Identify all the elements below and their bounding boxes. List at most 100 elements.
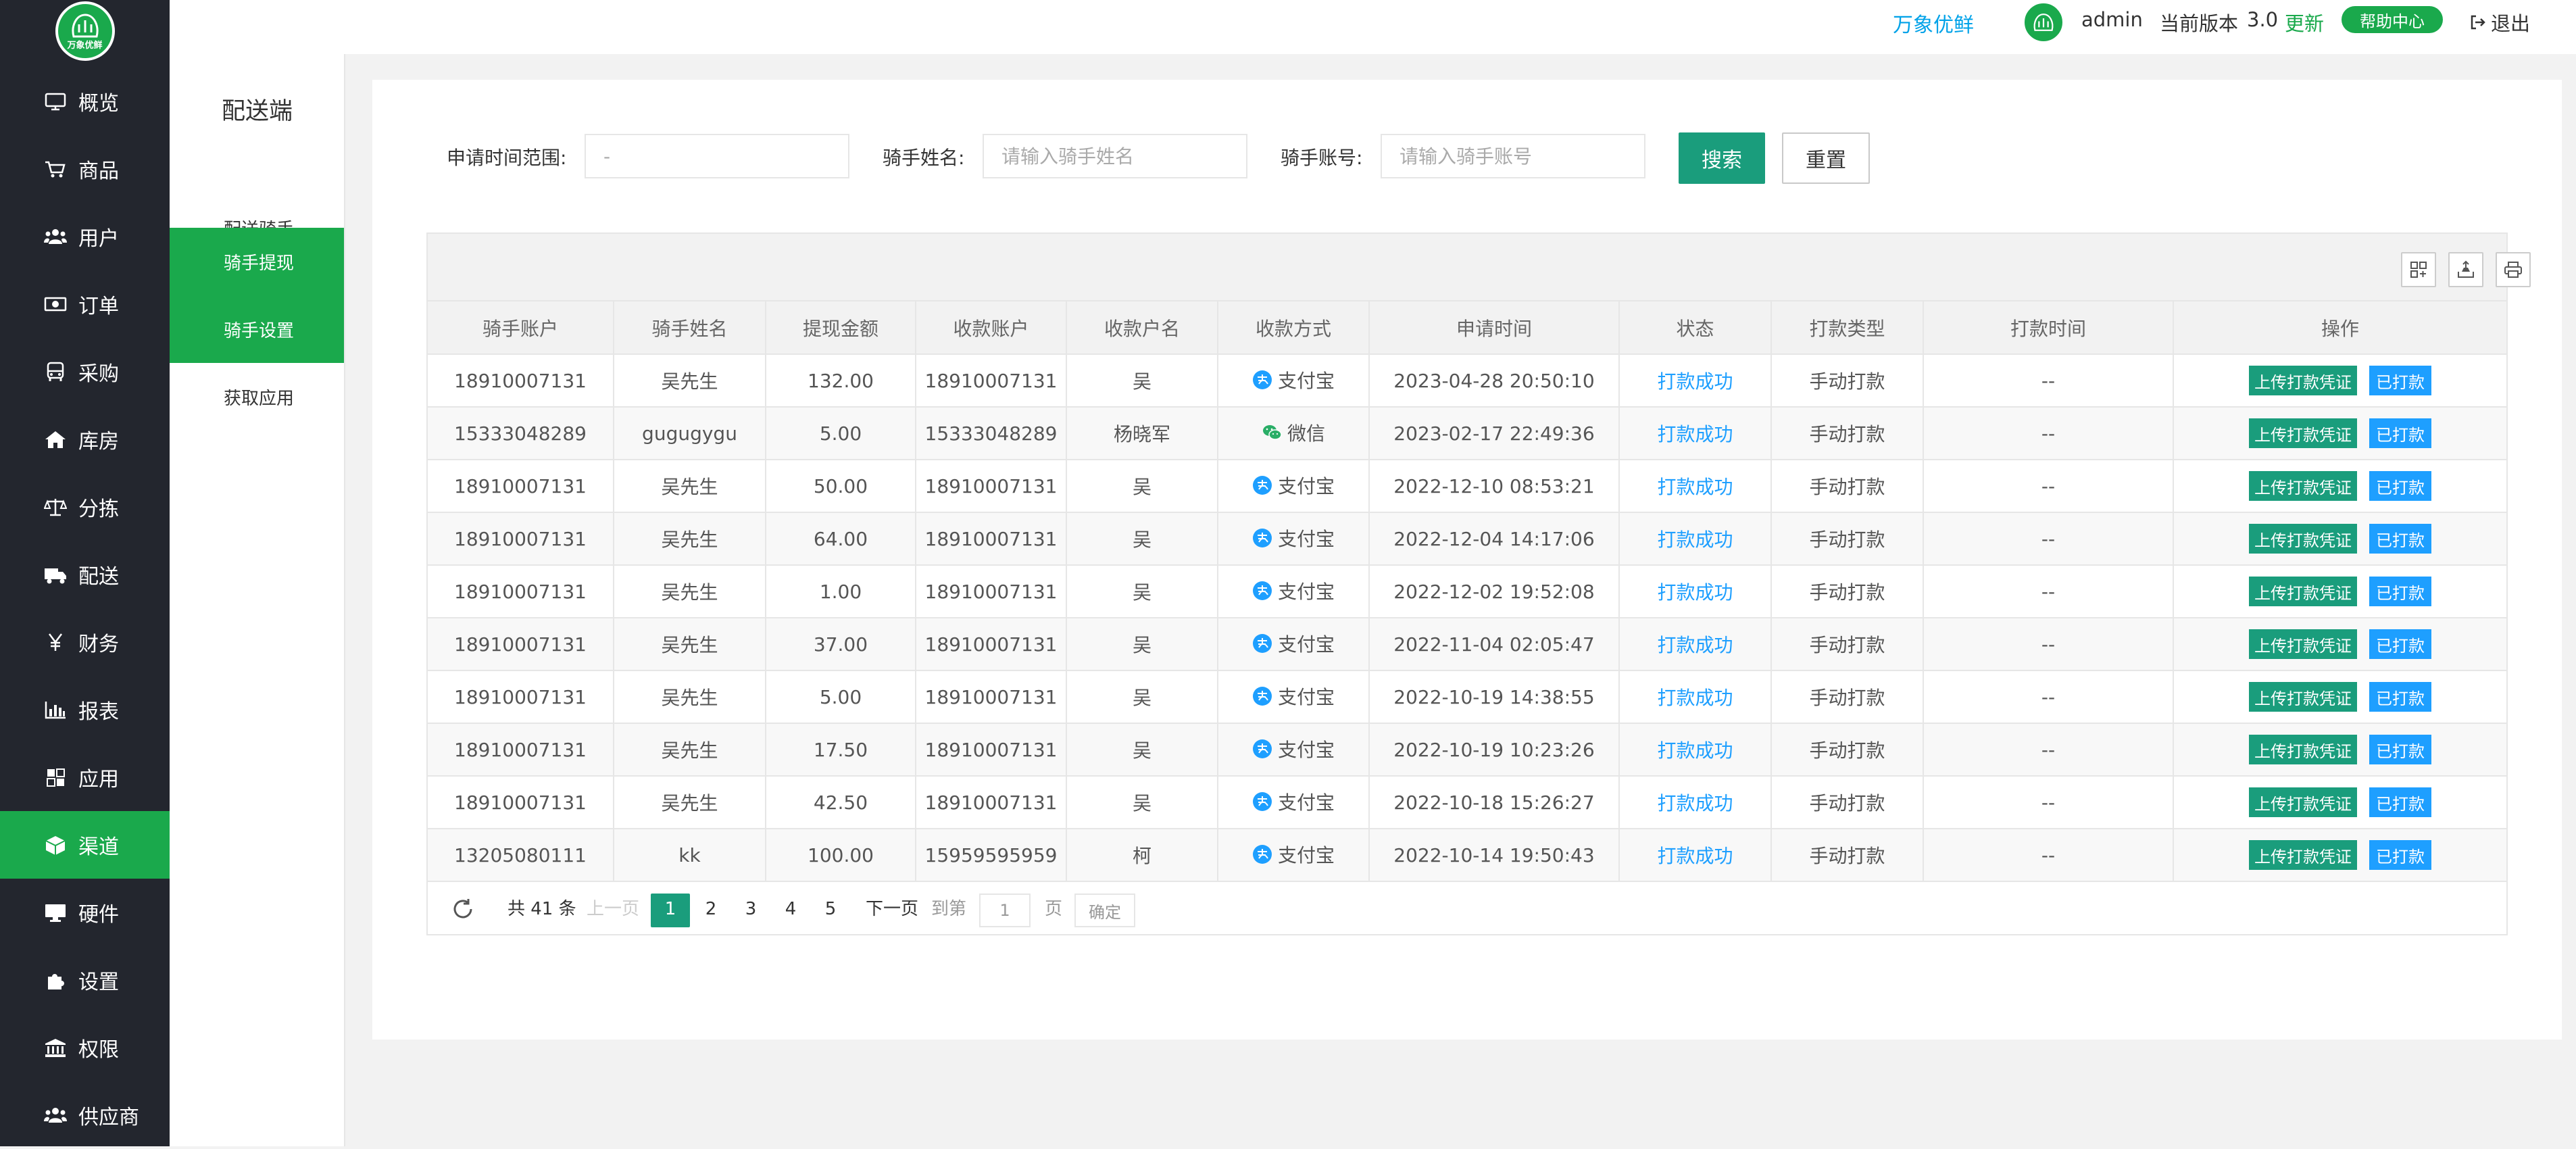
cell-pay-method: 支付宝: [1218, 618, 1370, 671]
rider-account-input[interactable]: [1381, 134, 1645, 178]
sidebar-item-12[interactable]: 硬件: [0, 879, 170, 946]
upload-voucher-button[interactable]: 上传打款凭证: [2249, 787, 2357, 817]
sidebar-item-13[interactable]: 设置: [0, 946, 170, 1014]
print-button[interactable]: [2496, 252, 2531, 287]
cell-pay-method: 支付宝: [1218, 354, 1370, 408]
page-button-3[interactable]: 3: [731, 894, 770, 927]
cell-pay-type: 手动打款: [1771, 565, 1924, 618]
paid-button[interactable]: 已打款: [2369, 471, 2431, 501]
reset-button[interactable]: 重置: [1782, 132, 1870, 184]
sidebar-item-11[interactable]: 渠道: [0, 811, 170, 879]
column-header: 收款方式: [1218, 301, 1370, 355]
paid-button[interactable]: 已打款: [2369, 682, 2431, 712]
prev-page-button[interactable]: 上一页: [587, 882, 639, 936]
alipay-icon: [1252, 581, 1272, 600]
logout-button[interactable]: 退出: [2469, 8, 2530, 36]
upload-voucher-button[interactable]: 上传打款凭证: [2249, 840, 2357, 870]
cell-pay-time: --: [1923, 670, 2174, 724]
paid-button[interactable]: 已打款: [2369, 418, 2431, 448]
sidebar-item-label: 渠道: [78, 835, 119, 859]
sidebar-item-15[interactable]: 供应商: [0, 1081, 170, 1149]
alipay-icon: [1252, 687, 1272, 706]
cell-rider-name: kk: [614, 829, 766, 882]
rider-name-input[interactable]: [983, 134, 1247, 178]
export-button[interactable]: [2448, 252, 2483, 287]
cell-status: 打款成功: [1619, 407, 1772, 460]
columns-filter-button[interactable]: [2401, 252, 2436, 287]
table-row: 18910007131 吴先生 1.00 18910007131 吴支付宝 2022-12…: [428, 565, 2506, 618]
cell-amount: 132.00: [766, 354, 916, 408]
cell-rider-account: 18910007131: [428, 723, 614, 777]
page-button-1[interactable]: 1: [651, 894, 690, 927]
sidebar-item-1[interactable]: 商品: [0, 135, 170, 203]
cart-icon: [42, 158, 69, 180]
sidebar-item-7[interactable]: 配送: [0, 541, 170, 608]
refresh-button[interactable]: [451, 897, 475, 921]
sidebar-item-14[interactable]: 权限: [0, 1014, 170, 1081]
page-button-2[interactable]: 2: [691, 894, 730, 927]
pay-method-label: 支付宝: [1277, 633, 1335, 656]
upload-voucher-button[interactable]: 上传打款凭证: [2249, 629, 2357, 659]
sidebar-item-6[interactable]: 分拣: [0, 473, 170, 541]
sidebar-item-5[interactable]: 库房: [0, 406, 170, 473]
cell-pay-type: 手动打款: [1771, 829, 1924, 882]
time-range-input[interactable]: [585, 134, 849, 178]
top-header: 万象优鲜 admin 当前版本 3.0 更新 帮助中心 退出: [170, 0, 2576, 54]
cell-status: 打款成功: [1619, 723, 1772, 777]
upload-voucher-button[interactable]: 上传打款凭证: [2249, 577, 2357, 606]
next-page-button[interactable]: 下一页: [866, 882, 918, 936]
pay-method-label: 支付宝: [1277, 791, 1335, 814]
page-button-4[interactable]: 4: [771, 894, 810, 927]
subnav-item-label: 骑手提现: [224, 253, 295, 274]
page-button-5[interactable]: 5: [811, 894, 850, 927]
withdraw-table: 骑手账户 骑手姓名 提现金额 收款账户 收款户名 收款方式 申请时间 状态 打款类型 打款时间 操作…: [428, 301, 2506, 882]
search-button[interactable]: 搜索: [1679, 132, 1765, 184]
paid-button[interactable]: 已打款: [2369, 524, 2431, 554]
pay-method-label: 支付宝: [1277, 686, 1335, 708]
table-row: 18910007131 吴先生 50.00 18910007131 吴支付宝 2022-1…: [428, 460, 2506, 513]
upload-voucher-button[interactable]: 上传打款凭证: [2249, 471, 2357, 501]
upload-voucher-button[interactable]: 上传打款凭证: [2249, 735, 2357, 764]
help-center-button[interactable]: 帮助中心: [2342, 6, 2443, 33]
upload-voucher-button[interactable]: 上传打款凭证: [2249, 682, 2357, 712]
paid-button[interactable]: 已打款: [2369, 787, 2431, 817]
paid-button[interactable]: 已打款: [2369, 577, 2431, 606]
sidebar-item-0[interactable]: 概览: [0, 68, 170, 135]
sidebar-item-10[interactable]: 应用: [0, 743, 170, 811]
paid-button[interactable]: 已打款: [2369, 840, 2431, 870]
update-link[interactable]: 更新: [2285, 8, 2324, 36]
table-body: 18910007131 吴先生 132.00 18910007131 吴支付宝 2023-…: [428, 354, 2506, 882]
goto-page-input[interactable]: [979, 894, 1031, 927]
avatar[interactable]: [2023, 1, 2064, 43]
goto-confirm-button[interactable]: 确定: [1074, 894, 1135, 927]
paid-button[interactable]: 已打款: [2369, 735, 2431, 764]
sidebar-item-9[interactable]: 报表: [0, 676, 170, 743]
cell-receive-account: 15333048289: [916, 407, 1067, 460]
brand-logo[interactable]: 万象优鲜: [55, 1, 115, 61]
cell-receive-account: 18910007131: [916, 565, 1067, 618]
upload-voucher-button[interactable]: 上传打款凭证: [2249, 418, 2357, 448]
cell-receive-name: 柯: [1066, 829, 1218, 882]
main-sidebar: 万象优鲜 概览 商品 用户 订单 采购 库房 分拣 配送 财务 报表 应用渠道硬件设置 权限 供应商: [0, 0, 170, 1146]
cell-pay-time: --: [1923, 460, 2174, 513]
alipay-icon: [1252, 739, 1272, 758]
subnav-item-rider-settings[interactable]: 骑手设置: [170, 295, 344, 363]
paid-button[interactable]: 已打款: [2369, 366, 2431, 395]
sidebar-item-4[interactable]: 采购: [0, 338, 170, 406]
cell-apply-time: 2022-10-19 14:38:55: [1369, 670, 1620, 724]
upload-voucher-button[interactable]: 上传打款凭证: [2249, 366, 2357, 395]
upload-voucher-button[interactable]: 上传打款凭证: [2249, 524, 2357, 554]
subnav-item-withdraw[interactable]: 骑手提现: [170, 228, 344, 295]
header-brand-link[interactable]: 万象优鲜: [1893, 8, 1974, 38]
cell-receive-account: 18910007131: [916, 776, 1067, 829]
username[interactable]: admin: [2081, 8, 2143, 31]
sidebar-item-3[interactable]: 订单: [0, 270, 170, 338]
sidebar-item-label: 硬件: [78, 903, 119, 927]
sidebar-item-2[interactable]: 用户: [0, 203, 170, 270]
alipay-icon: [1252, 792, 1272, 811]
sidebar-item-8[interactable]: 财务: [0, 608, 170, 676]
paid-button[interactable]: 已打款: [2369, 629, 2431, 659]
pay-method-label: 支付宝: [1277, 581, 1335, 603]
subnav-item-get-app[interactable]: 获取应用: [170, 363, 344, 431]
cell-rider-name: 吴先生: [614, 670, 766, 724]
